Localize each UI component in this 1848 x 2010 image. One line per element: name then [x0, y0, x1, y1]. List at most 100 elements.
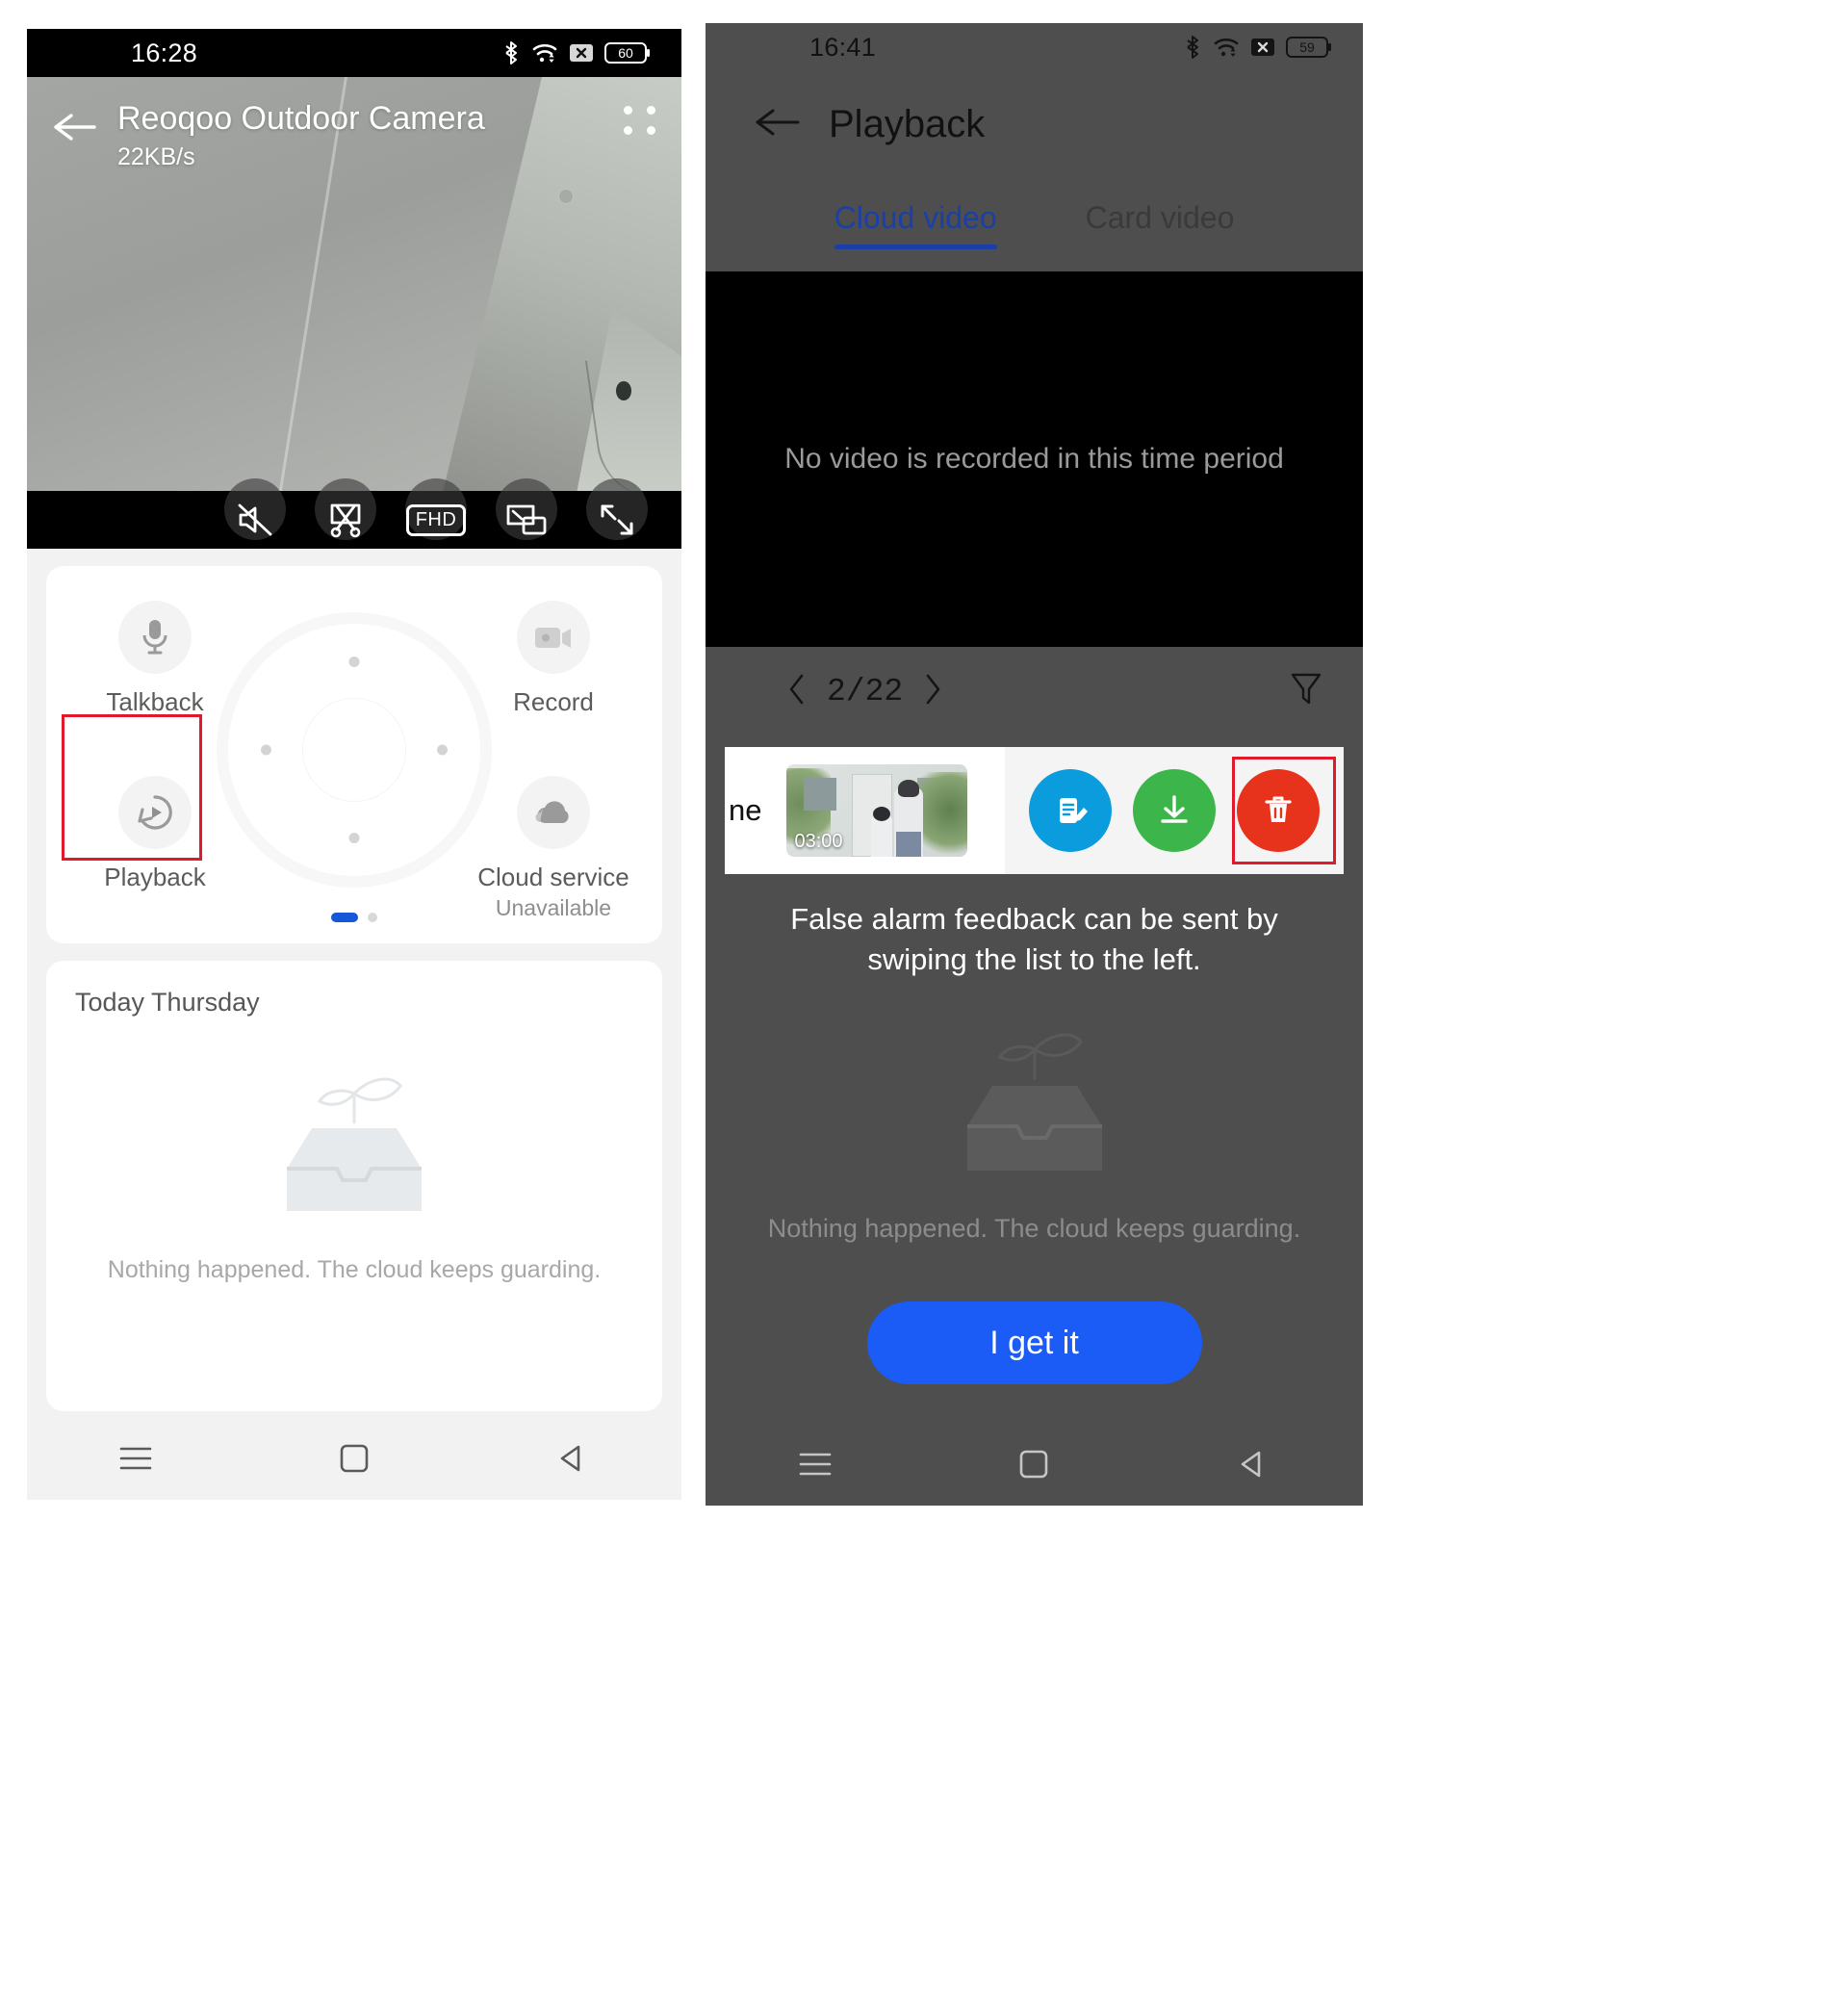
left-scroll-body: Talkback Record Playback Cloud service U…	[27, 549, 681, 1432]
right-empty-message: Nothing happened. The cloud keeps guardi…	[767, 1214, 1301, 1243]
menu-icon[interactable]	[772, 1435, 859, 1493]
resolution-icon[interactable]: FHD	[405, 478, 467, 546]
control-card-pager	[331, 913, 377, 922]
control-cloud-service[interactable]: Cloud service Unavailable	[462, 776, 645, 922]
tab-active-underline	[834, 244, 997, 249]
ptz-dpad-center[interactable]	[302, 698, 406, 802]
control-label-record: Record	[513, 687, 594, 716]
svg-text:59: 59	[1299, 39, 1315, 55]
bluetooth-icon	[501, 40, 521, 65]
left-phone-screen: 16:28 60 Reoqoo Outdoor Camera 22KB/s FH…	[27, 29, 681, 1500]
event-duration-label: 03:00	[794, 831, 843, 852]
battery-icon: 60	[604, 41, 651, 64]
ptz-dpad[interactable]	[217, 612, 492, 888]
ptz-left-dot[interactable]	[261, 744, 271, 756]
video-toolbar: FHD	[27, 478, 681, 549]
empty-box-illustration	[924, 1033, 1145, 1194]
screenshot-icon[interactable]	[315, 478, 376, 546]
video-header-bar: Reoqoo Outdoor Camera 22KB/s	[27, 77, 681, 173]
date-navigation-bar: 2/22	[706, 647, 1363, 735]
pager-dot-active[interactable]	[331, 913, 358, 922]
video-scene-bulb	[616, 381, 631, 400]
ptz-down-dot[interactable]	[348, 833, 360, 843]
status-time: 16:41	[809, 32, 877, 62]
date-nav: 2/22	[786, 673, 943, 710]
event-row-content[interactable]: ne 03:00	[725, 747, 1005, 874]
delete-icon[interactable]	[1237, 769, 1320, 852]
kebab-menu-icon[interactable]	[624, 106, 656, 135]
video-title-block: Reoqoo Outdoor Camera 22KB/s	[117, 98, 624, 173]
tab-cloud-video-label: Cloud video	[834, 199, 997, 235]
event-thumbnail[interactable]: 03:00	[786, 764, 968, 857]
events-title: Today Thursday	[75, 988, 260, 1017]
events-empty-message: Nothing happened. The cloud keeps guardi…	[107, 1256, 602, 1283]
ptz-right-dot[interactable]	[437, 744, 448, 756]
left-status-bar: 16:28 60	[27, 29, 681, 77]
microphone-icon	[118, 601, 192, 674]
events-card: Today Thursday Nothing happened. The clo…	[46, 961, 662, 1411]
ptz-up-dot[interactable]	[348, 657, 360, 667]
page-title: Playback	[829, 102, 986, 145]
home-icon[interactable]	[311, 1430, 398, 1487]
playback-player[interactable]: No video is recorded in this time period	[706, 271, 1363, 647]
camera-name: Reoqoo Outdoor Camera	[117, 100, 485, 137]
home-icon[interactable]	[990, 1435, 1077, 1493]
sim-disabled-icon	[1250, 37, 1275, 58]
control-playback[interactable]: Playback	[64, 776, 246, 891]
status-icon-group: 59	[1183, 35, 1332, 60]
live-video-view[interactable]: Reoqoo Outdoor Camera 22KB/s 2024-02-22 …	[27, 77, 681, 549]
fullscreen-icon[interactable]	[586, 478, 648, 546]
playback-tabs: Cloud video Card video	[706, 177, 1363, 271]
thumb-person-head	[898, 780, 920, 797]
right-empty-state: Nothing happened. The cloud keeps guardi…	[706, 1020, 1363, 1244]
playback-empty-message: No video is recorded in this time period	[784, 443, 1284, 475]
control-talkback[interactable]: Talkback	[64, 601, 246, 716]
download-icon[interactable]	[1133, 769, 1216, 852]
events-empty-state: Nothing happened. The cloud keeps guardi…	[46, 1067, 662, 1284]
event-row-label: ne	[729, 793, 762, 827]
picture-in-picture-icon[interactable]	[496, 478, 557, 546]
tab-card-video-label: Card video	[1085, 199, 1235, 235]
back-icon[interactable]	[529, 1430, 616, 1487]
video-scene-dot	[558, 189, 574, 204]
cta-container: I get it	[706, 1301, 1363, 1384]
mute-icon[interactable]	[224, 478, 286, 546]
chevron-left-icon[interactable]	[786, 673, 808, 710]
event-list-row[interactable]: ne 03:00	[725, 747, 1344, 874]
svg-text:60: 60	[618, 45, 633, 61]
i-get-it-button[interactable]: I get it	[866, 1301, 1202, 1384]
left-nav-bar	[27, 1417, 681, 1500]
event-row-actions	[1005, 747, 1344, 874]
wifi-icon	[531, 41, 558, 64]
control-label-talkback: Talkback	[106, 687, 204, 716]
swipe-hint-tooltip: False alarm feedback can be sent by swip…	[790, 902, 1278, 976]
camera-control-card: Talkback Record Playback Cloud service U…	[46, 566, 662, 943]
status-time: 16:28	[131, 38, 198, 67]
menu-icon[interactable]	[92, 1430, 179, 1487]
thumb-window-left	[804, 778, 837, 811]
bluetooth-icon	[1183, 35, 1202, 60]
right-nav-bar	[706, 1423, 1363, 1506]
screenshot-root: 16:28 60 Reoqoo Outdoor Camera 22KB/s FH…	[0, 0, 1848, 2010]
filter-icon[interactable]	[1290, 671, 1322, 712]
tab-card-video[interactable]: Card video	[1086, 200, 1235, 249]
back-icon[interactable]	[1210, 1435, 1296, 1493]
playback-icon	[118, 776, 192, 849]
control-sub-cloud: Unavailable	[495, 895, 612, 920]
status-icon-group: 60	[501, 40, 651, 65]
cloud-icon	[517, 776, 590, 849]
playback-header: Playback	[706, 71, 1363, 177]
right-phone-screen: 16:41 59 Playback Cloud video Card video…	[706, 23, 1363, 1506]
control-record[interactable]: Record	[462, 601, 645, 716]
back-arrow-icon[interactable]	[754, 105, 800, 144]
pager-dot-2[interactable]	[368, 913, 377, 922]
current-date-label: 2/22	[827, 673, 904, 709]
empty-box-illustration	[248, 1077, 460, 1234]
back-arrow-icon[interactable]	[52, 110, 96, 149]
control-label-cloud: Cloud service	[477, 863, 629, 891]
tab-cloud-video[interactable]: Cloud video	[834, 200, 997, 249]
sim-disabled-icon	[569, 42, 594, 64]
thumb-person-legs	[896, 832, 922, 857]
chevron-right-icon[interactable]	[922, 673, 943, 710]
feedback-icon[interactable]	[1029, 769, 1112, 852]
